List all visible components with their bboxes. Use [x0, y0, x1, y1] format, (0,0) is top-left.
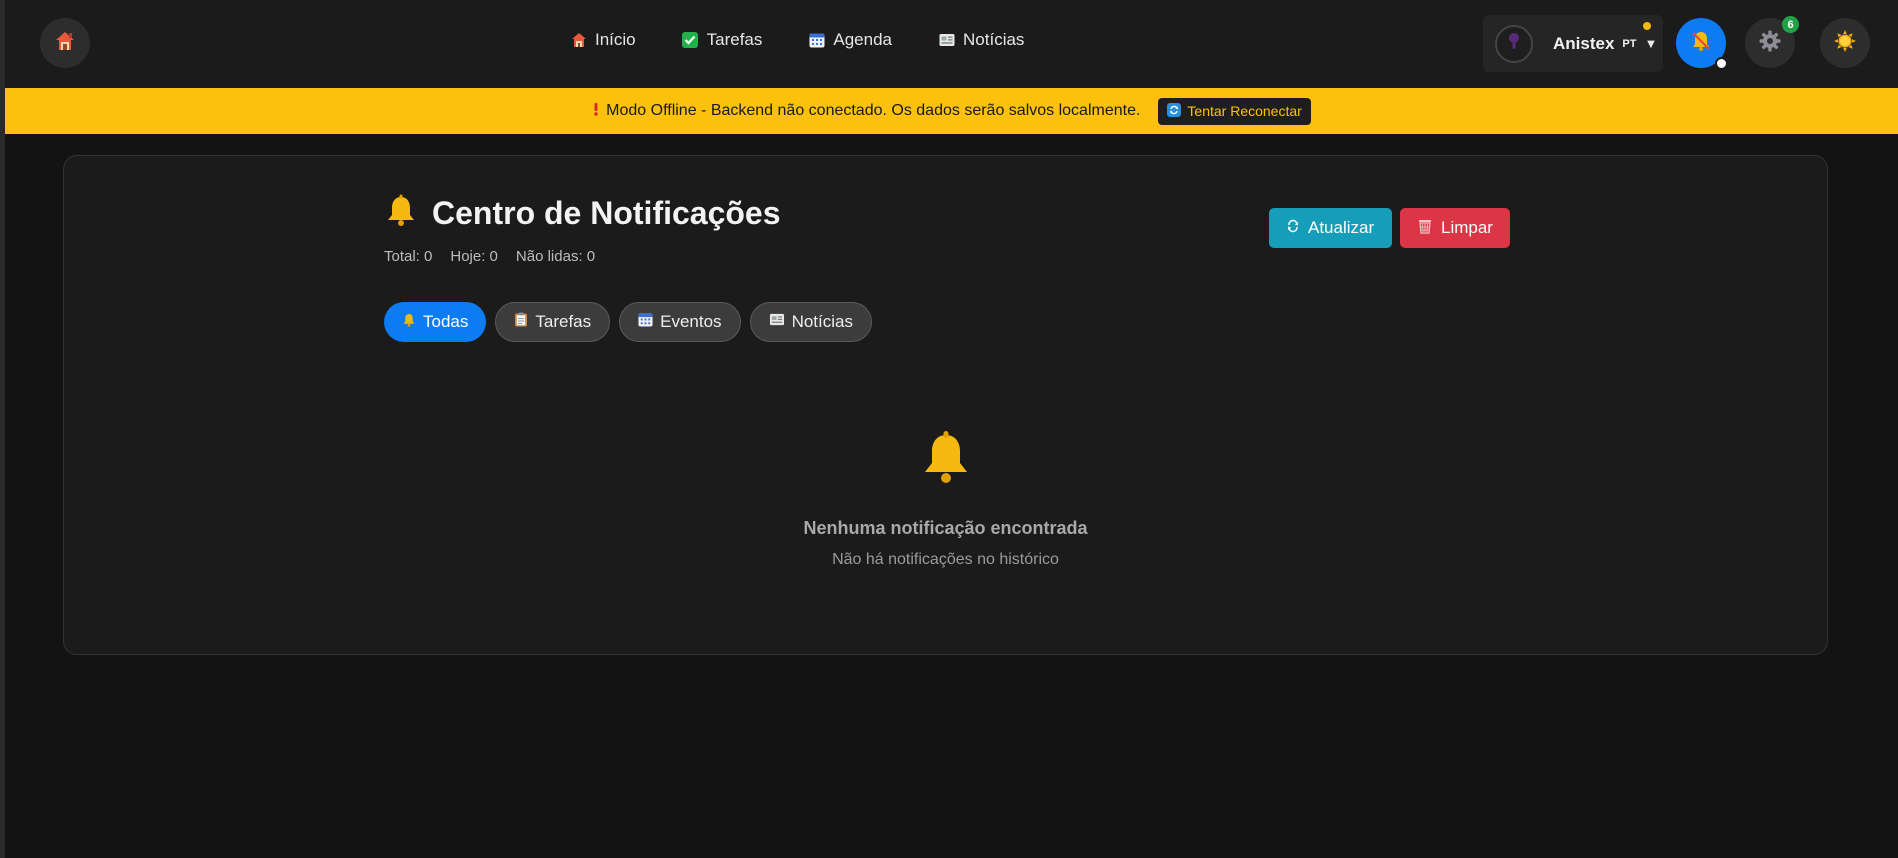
nav-item-label: Tarefas	[706, 30, 763, 49]
nav-item-noticias[interactable]: Notícias	[938, 30, 1024, 50]
status-dot	[1715, 57, 1728, 70]
main-nav: Início Tarefas Agenda Notícias	[570, 30, 1024, 50]
refresh-button[interactable]: Atualizar	[1269, 208, 1392, 248]
stat-total: Total: 0	[384, 248, 433, 265]
refresh-icon	[1286, 218, 1300, 238]
page-header: Centro de Notificações	[384, 194, 781, 233]
clipboard-icon	[514, 312, 528, 332]
settings-badge: 6	[1782, 16, 1799, 33]
bell-off-icon	[1689, 29, 1713, 58]
refresh-label: Atualizar	[1308, 218, 1375, 237]
empty-state: Nenhuma notificação encontrada Não há no…	[64, 431, 1827, 569]
settings-button[interactable]: 6	[1745, 16, 1799, 68]
tab-eventos[interactable]: Eventos	[619, 302, 741, 342]
offline-banner: Modo Offline - Backend não conectado. Os…	[5, 88, 1898, 134]
tab-todas[interactable]: Todas	[384, 302, 487, 342]
check-box-icon	[682, 32, 699, 49]
refresh-icon	[1167, 102, 1182, 120]
offline-message: Modo Offline - Backend não conectado. Os…	[606, 102, 1141, 119]
home-button[interactable]	[40, 18, 90, 68]
top-navbar: Início Tarefas Agenda Notícias Anistex P…	[5, 0, 1898, 89]
nav-item-tarefas[interactable]: Tarefas	[682, 30, 763, 50]
reconnect-button[interactable]: Tentar Reconectar	[1158, 97, 1311, 125]
page-title: Centro de Notificações	[432, 195, 781, 231]
chevron-down-icon: ▼	[1644, 36, 1658, 51]
tab-label: Todas	[423, 312, 469, 331]
house-icon	[570, 32, 587, 49]
clear-button[interactable]: Limpar	[1400, 208, 1510, 248]
notifications-button[interactable]	[1676, 18, 1728, 70]
user-silhouette-icon	[1506, 31, 1522, 56]
clear-label: Limpar	[1441, 218, 1493, 237]
tab-tarefas[interactable]: Tarefas	[495, 302, 611, 342]
exclamation-icon	[592, 101, 600, 122]
bell-icon	[920, 431, 972, 489]
gear-icon	[1758, 29, 1782, 58]
newspaper-icon	[769, 312, 785, 332]
stat-today: Hoje: 0	[450, 248, 498, 265]
theme-toggle-button[interactable]	[1820, 18, 1870, 68]
stat-unread: Não lidas: 0	[515, 248, 596, 265]
avatar	[1495, 24, 1533, 63]
calendar-icon	[638, 312, 653, 332]
nav-item-inicio[interactable]: Início	[570, 30, 636, 50]
status-dot	[1643, 22, 1651, 30]
nav-item-label: Agenda	[833, 30, 893, 49]
calendar-icon	[808, 32, 825, 49]
tab-noticias[interactable]: Notícias	[749, 302, 872, 342]
sun-icon	[1833, 29, 1857, 58]
tab-label: Notícias	[791, 312, 853, 331]
user-menu[interactable]: Anistex PT ▼	[1483, 15, 1663, 72]
newspaper-icon	[938, 32, 955, 49]
bell-icon	[384, 194, 418, 233]
empty-state-title: Nenhuma notificação encontrada	[803, 518, 1088, 538]
trash-icon	[1417, 218, 1433, 239]
bell-icon	[402, 312, 416, 332]
notification-center-card: Centro de Notificações Total: 0 Hoje: 0 …	[63, 155, 1828, 655]
tab-label: Eventos	[660, 312, 722, 331]
empty-state-subtitle: Não há notificações no histórico	[832, 551, 1059, 568]
language-code: PT	[1622, 37, 1637, 50]
filter-tabs: Todas Tarefas Eventos Notícias	[384, 302, 872, 342]
nav-item-label: Início	[595, 30, 636, 49]
tab-label: Tarefas	[535, 312, 592, 331]
house-icon	[54, 30, 76, 57]
reconnect-label: Tentar Reconectar	[1187, 103, 1302, 119]
nav-item-label: Notícias	[963, 30, 1025, 49]
nav-item-agenda[interactable]: Agenda	[808, 30, 892, 50]
notification-stats: Total: 0 Hoje: 0 Não lidas: 0	[384, 248, 595, 265]
user-name: Anistex	[1553, 33, 1615, 53]
